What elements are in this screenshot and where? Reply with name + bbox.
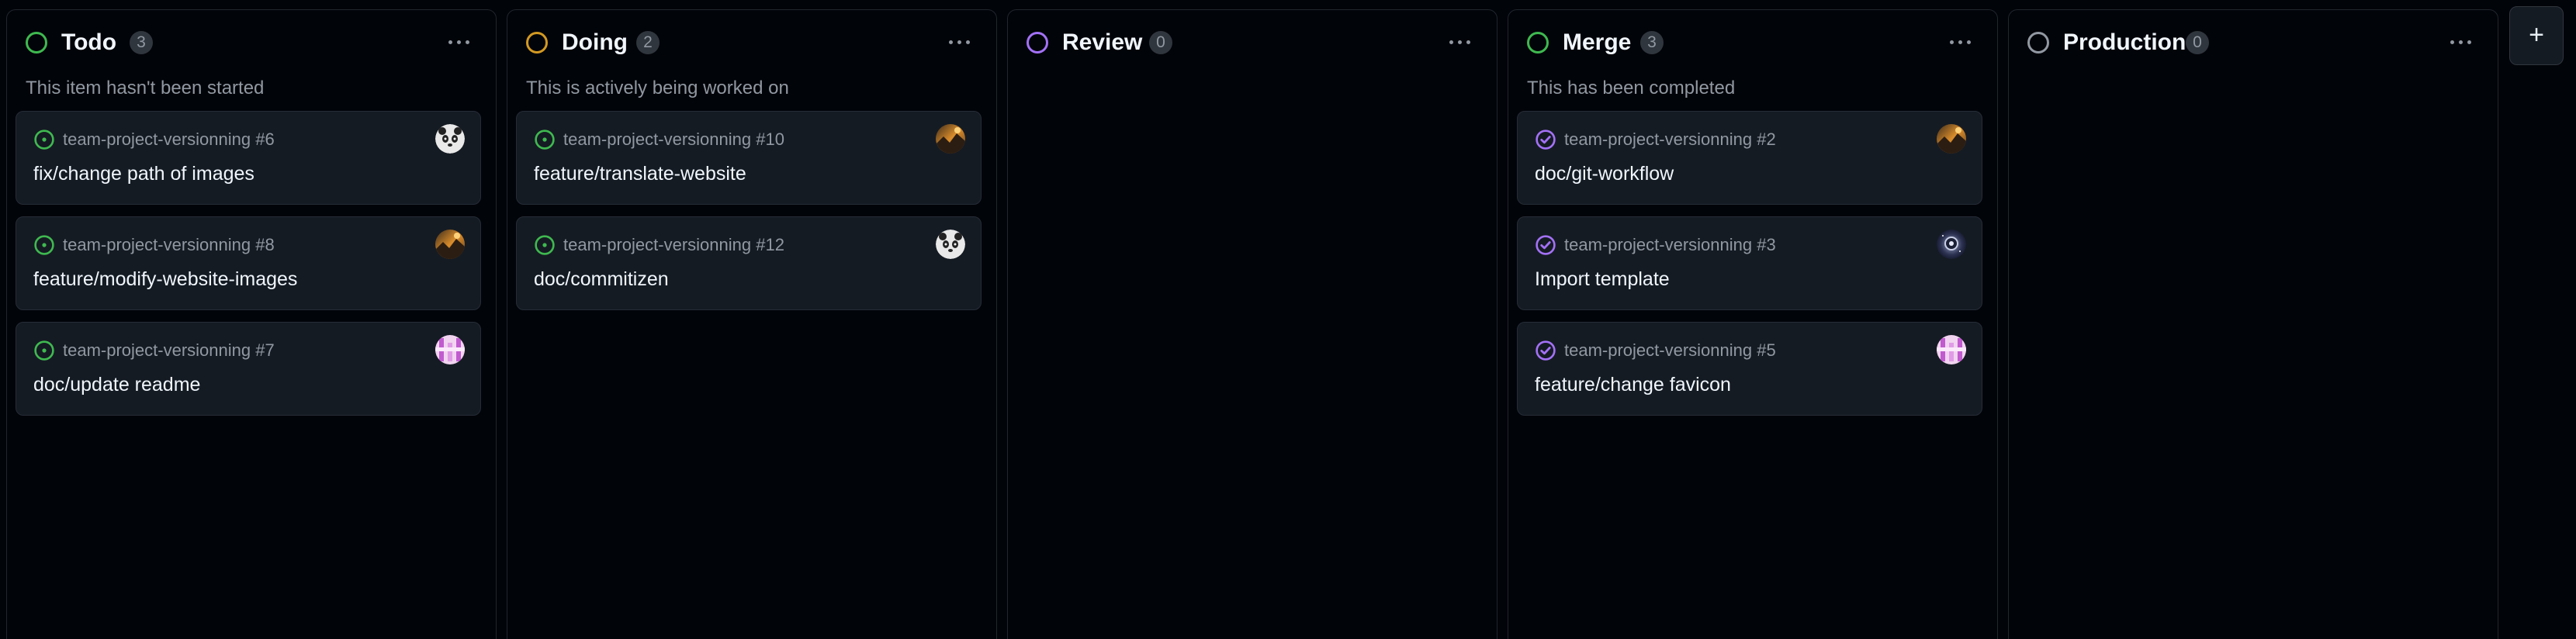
card-repo-ref[interactable]: team-project-versionning #6	[63, 128, 275, 151]
merged-check-icon	[1536, 235, 1556, 255]
pull-request-card[interactable]: team-project-versionning #2 doc/git-work…	[1517, 111, 1982, 205]
column-header: Merge 3 This has been completed	[1508, 10, 1997, 103]
column-title: Review	[1062, 29, 1143, 55]
card-title[interactable]: doc/commitizen	[534, 266, 669, 292]
item-count-badge: 2	[636, 31, 660, 54]
column-title: Production	[2063, 29, 2186, 55]
column-title: Merge	[1563, 29, 1632, 55]
pull-request-card[interactable]: team-project-versionning #5 feature/chan…	[1517, 322, 1982, 416]
assignee-avatar[interactable]	[435, 230, 465, 259]
merged-check-icon	[1536, 130, 1556, 150]
card-title[interactable]: feature/translate-website	[534, 161, 746, 187]
issue-card[interactable]: team-project-versionning #7 doc/update r…	[16, 322, 481, 416]
issue-open-icon	[34, 130, 54, 150]
merged-check-icon	[1536, 340, 1556, 361]
assignee-avatar[interactable]	[435, 335, 465, 364]
card-title[interactable]: fix/change path of images	[33, 161, 254, 187]
column-description: This is actively being worked on	[526, 78, 789, 98]
column-options-button[interactable]	[1442, 32, 1477, 52]
status-circle-icon	[526, 32, 548, 54]
card-repo-ref[interactable]: team-project-versionning #5	[1564, 339, 1776, 362]
card-title[interactable]: Import template	[1535, 266, 1670, 292]
column-title: Todo	[61, 29, 117, 55]
issue-open-icon	[535, 235, 555, 255]
card-title[interactable]: doc/git-workflow	[1535, 161, 1674, 187]
assignee-avatar[interactable]	[1937, 230, 1966, 259]
column-merge: Merge 3 This has been completed team-pro…	[1508, 9, 1998, 639]
column-review: Review 0	[1007, 9, 1497, 639]
card-repo-ref[interactable]: team-project-versionning #10	[563, 128, 784, 151]
card-repo-ref[interactable]: team-project-versionning #3	[1564, 233, 1776, 257]
card-title[interactable]: doc/update readme	[33, 371, 200, 398]
column-title: Doing	[562, 29, 628, 55]
issue-card[interactable]: team-project-versionning #12 doc/commiti…	[516, 216, 982, 310]
item-count-badge: 0	[1149, 31, 1172, 54]
card-repo-ref[interactable]: team-project-versionning #7	[63, 339, 275, 362]
column-description: This has been completed	[1527, 78, 1736, 98]
item-count-badge: 3	[1640, 31, 1664, 54]
column-todo: Todo 3 This item hasn't been started tea…	[6, 9, 497, 639]
pull-request-card[interactable]: team-project-versionning #3 Import templ…	[1517, 216, 1982, 310]
column-options-button[interactable]	[1943, 32, 1977, 52]
item-count-badge: 3	[130, 31, 153, 54]
column-production: Production 0	[2008, 9, 2498, 639]
item-count-badge: 0	[2186, 31, 2209, 54]
card-repo-ref[interactable]: team-project-versionning #8	[63, 233, 275, 257]
assignee-avatar[interactable]	[936, 230, 965, 259]
column-doing: Doing 2 This is actively being worked on…	[507, 9, 997, 639]
assignee-avatar[interactable]	[936, 124, 965, 154]
column-header: Todo 3 This item hasn't been started	[7, 10, 496, 103]
add-column-button[interactable]: +	[2509, 6, 2564, 65]
assignee-avatar[interactable]	[435, 124, 465, 154]
project-board: Todo 3 This item hasn't been started tea…	[0, 0, 2576, 639]
column-options-button[interactable]	[441, 32, 476, 52]
issue-card[interactable]: team-project-versionning #6 fix/change p…	[16, 111, 481, 205]
column-options-button[interactable]	[942, 32, 976, 52]
assignee-avatar[interactable]	[1937, 335, 1966, 364]
column-header: Doing 2 This is actively being worked on	[507, 10, 996, 103]
card-title[interactable]: feature/change favicon	[1535, 371, 1731, 398]
column-header: Production 0	[2009, 10, 2498, 103]
issue-card[interactable]: team-project-versionning #10 feature/tra…	[516, 111, 982, 205]
column-description: This item hasn't been started	[26, 78, 265, 98]
card-title[interactable]: feature/modify-website-images	[33, 266, 297, 292]
column-options-button[interactable]	[2443, 32, 2477, 52]
card-repo-ref[interactable]: team-project-versionning #2	[1564, 128, 1776, 151]
status-circle-icon	[1527, 32, 1549, 54]
column-header: Review 0	[1008, 10, 1497, 103]
status-circle-icon	[26, 32, 47, 54]
card-repo-ref[interactable]: team-project-versionning #12	[563, 233, 784, 257]
issue-open-icon	[535, 130, 555, 150]
issue-open-icon	[34, 235, 54, 255]
status-circle-icon	[2027, 32, 2049, 54]
issue-card[interactable]: team-project-versionning #8 feature/modi…	[16, 216, 481, 310]
assignee-avatar[interactable]	[1937, 124, 1966, 154]
status-circle-icon	[1027, 32, 1048, 54]
issue-open-icon	[34, 340, 54, 361]
